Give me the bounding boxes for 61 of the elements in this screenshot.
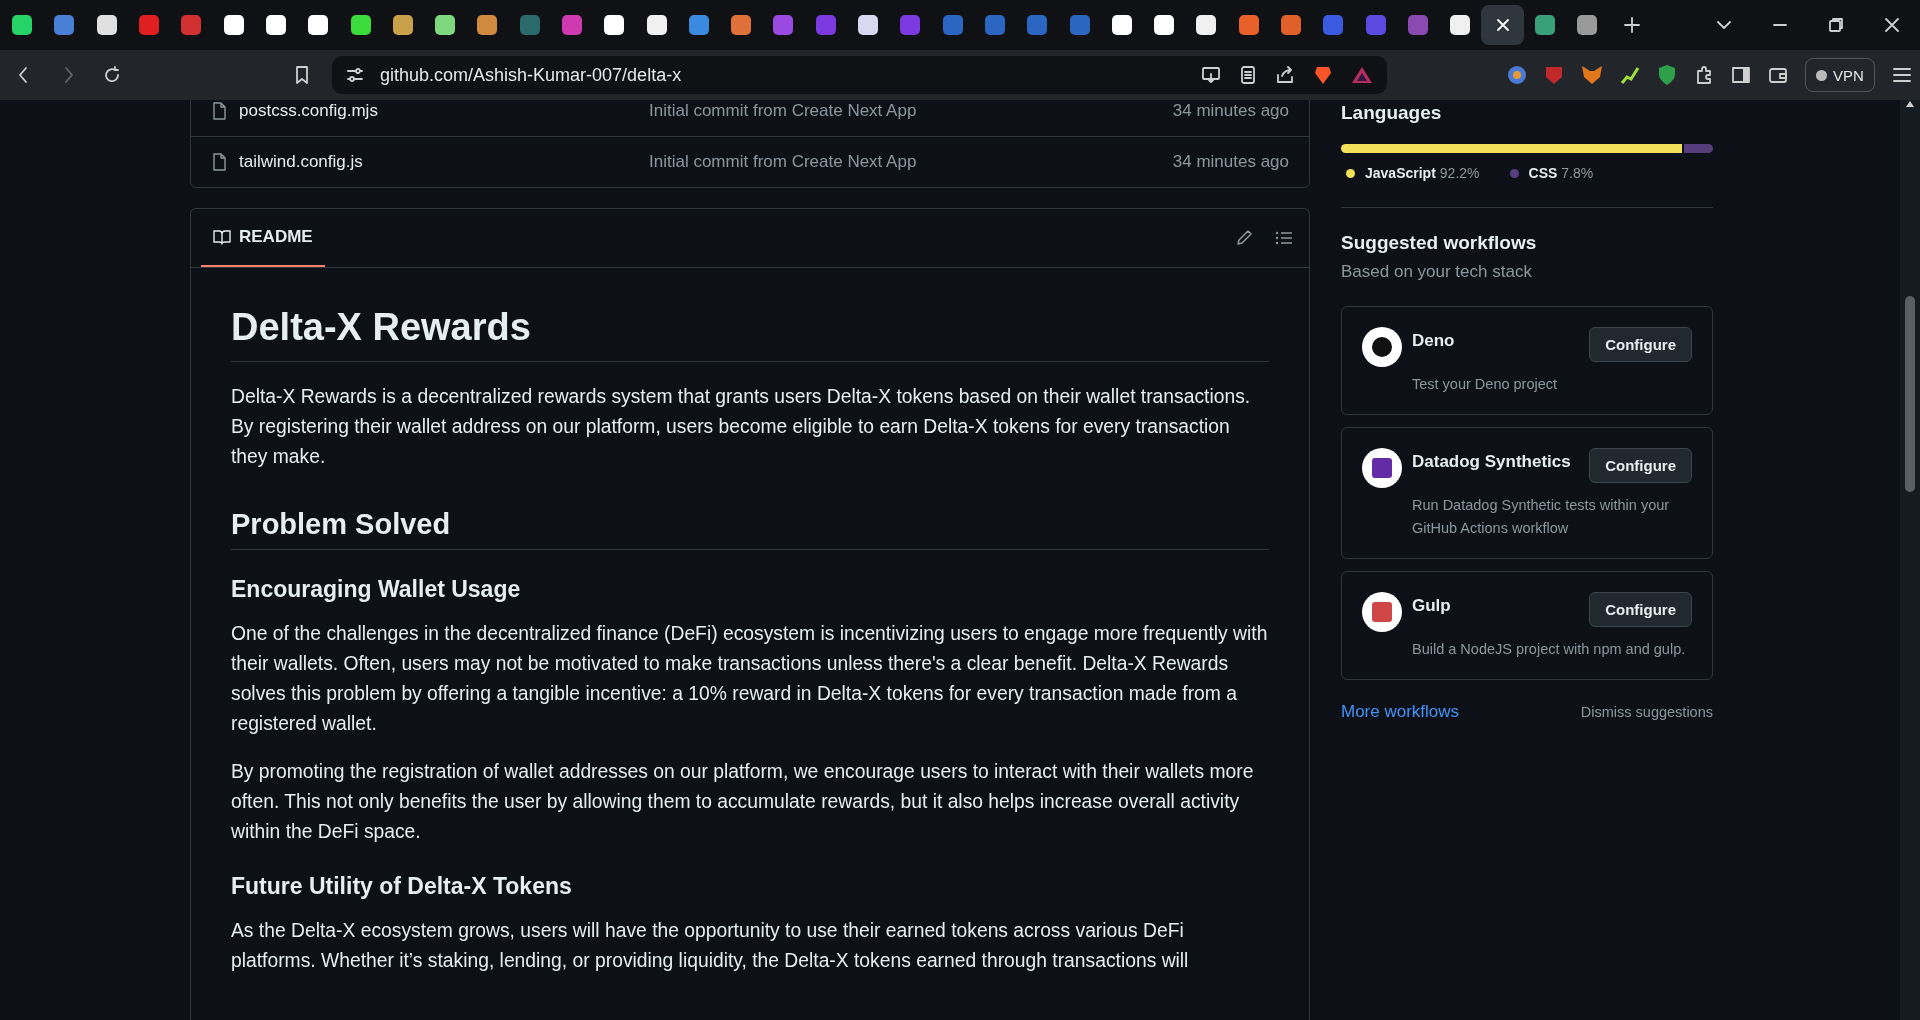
paragraph: As the Delta-X ecosystem grows, users will have the opportunity to use their earned tokens across various DeFi platforms. Whether it’s staking, lending, or providing liquidity, the Delta-X tokens earned through transactions will xyxy=(231,919,1190,973)
workflow-description: Build a NodeJS project with npm and gulp. xyxy=(1412,640,1687,659)
reader-icon[interactable] xyxy=(1239,65,1257,85)
shield-icon[interactable] xyxy=(1657,64,1677,86)
puzzle-icon[interactable] xyxy=(1694,65,1714,85)
workflow-name: Gulp xyxy=(1412,596,1452,617)
outline-icon[interactable] xyxy=(1275,230,1293,246)
more-workflows-link[interactable]: More workflows xyxy=(1341,702,1460,722)
url-text: github.com/Ashish-Kumar-007/delta-x xyxy=(380,64,683,86)
paragraph: One of the challenges in the decentralized finance (DeFi) ecosystem is incentivizing users to engage more frequently with their wallets. Often, users may not be motivated to make transactions unless there's a clear benefit. Delta-X Rewards solves this problem by offering a tangible incentive: a 10% reward in Delta-X tokens for every transaction made from a registered wallet. xyxy=(231,622,1269,736)
section-subtitle: Based on your tech stack xyxy=(1341,262,1533,282)
dismiss-link[interactable]: Dismiss suggestions xyxy=(1580,704,1713,720)
commit-message[interactable]: Initial commit from Create Next App xyxy=(649,101,1173,121)
configure-button[interactable]: Configure xyxy=(1589,327,1692,362)
menu-icon[interactable] xyxy=(1891,65,1912,85)
workflow-description: Run Datadog Synthetic tests within your GitHub Actions workflow xyxy=(1412,496,1671,538)
paragraph: Delta-X Rewards is a decentralized rewards system that grants users Delta-X tokens based on their wallet transactions. By registering their wallet address on our platform, users become eligible to earn Delta-X tokens for every transaction they make. xyxy=(231,385,1252,469)
workflow-name: Deno xyxy=(1412,331,1456,352)
configure-button[interactable]: Configure xyxy=(1589,448,1692,483)
restore-icon[interactable] xyxy=(1827,16,1845,34)
heading: Delta-X Rewards xyxy=(231,306,1269,362)
wallet-icon[interactable] xyxy=(1768,65,1788,85)
sidebar-icon[interactable] xyxy=(1731,65,1751,85)
share-icon[interactable] xyxy=(1275,65,1295,85)
edit-icon[interactable] xyxy=(1235,229,1253,247)
heading: Encouraging Wallet Usage xyxy=(231,576,522,603)
file-icon xyxy=(211,153,227,171)
heading: Problem Solved xyxy=(231,508,1269,550)
address-bar[interactable]: github.com/Ashish-Kumar-007/delta-x xyxy=(332,56,1387,94)
file-link[interactable]: postcss.config.mjs xyxy=(239,101,649,121)
browser-tab[interactable] xyxy=(1481,5,1524,45)
site-settings-icon[interactable] xyxy=(346,66,364,84)
readme-tab[interactable]: README xyxy=(201,209,325,267)
section-title: Suggested workflows xyxy=(1341,232,1538,254)
configure-button[interactable]: Configure xyxy=(1589,592,1692,627)
cast-icon[interactable] xyxy=(1201,65,1221,85)
triangle-icon[interactable] xyxy=(1351,65,1373,85)
language-name[interactable]: CSS 7.8% xyxy=(1528,165,1594,181)
fox-icon[interactable] xyxy=(1581,65,1603,85)
file-link[interactable]: tailwind.config.js xyxy=(239,152,649,172)
vpn-button[interactable]: VPN xyxy=(1805,58,1875,92)
workflow-description: Test your Deno project xyxy=(1412,375,1559,394)
scrollbar[interactable] xyxy=(1900,100,1920,1020)
reload-icon[interactable] xyxy=(102,65,122,85)
language-name[interactable]: JavaScript 92.2% xyxy=(1365,165,1480,181)
chart-icon[interactable] xyxy=(1620,65,1640,85)
heading: Future Utility of Delta-X Tokens xyxy=(231,873,573,900)
commit-time: 34 minutes ago xyxy=(1172,101,1289,121)
file-icon xyxy=(211,102,227,120)
new-tab-icon[interactable] xyxy=(1623,16,1642,34)
commit-message[interactable]: Initial commit from Create Next App xyxy=(649,152,1173,172)
shield-icon[interactable] xyxy=(1313,64,1333,86)
close-icon xyxy=(1495,18,1510,32)
scrollbar-thumb[interactable] xyxy=(1905,296,1915,492)
commit-time: 34 minutes ago xyxy=(1172,152,1289,172)
close-icon[interactable] xyxy=(1883,16,1901,34)
extension-icon[interactable] xyxy=(1507,65,1527,85)
section-title: Languages xyxy=(1341,102,1443,124)
book-icon xyxy=(213,229,231,245)
workflow-name: Datadog Synthetics xyxy=(1412,452,1572,473)
paragraph: By promoting the registration of wallet addresses on our platform, we encourage users to interact with their wallets more often. This not only benefits the user by allowing them to accumulate rewards, but it also helps increase overall activity within the DeFi space. xyxy=(231,760,1255,844)
